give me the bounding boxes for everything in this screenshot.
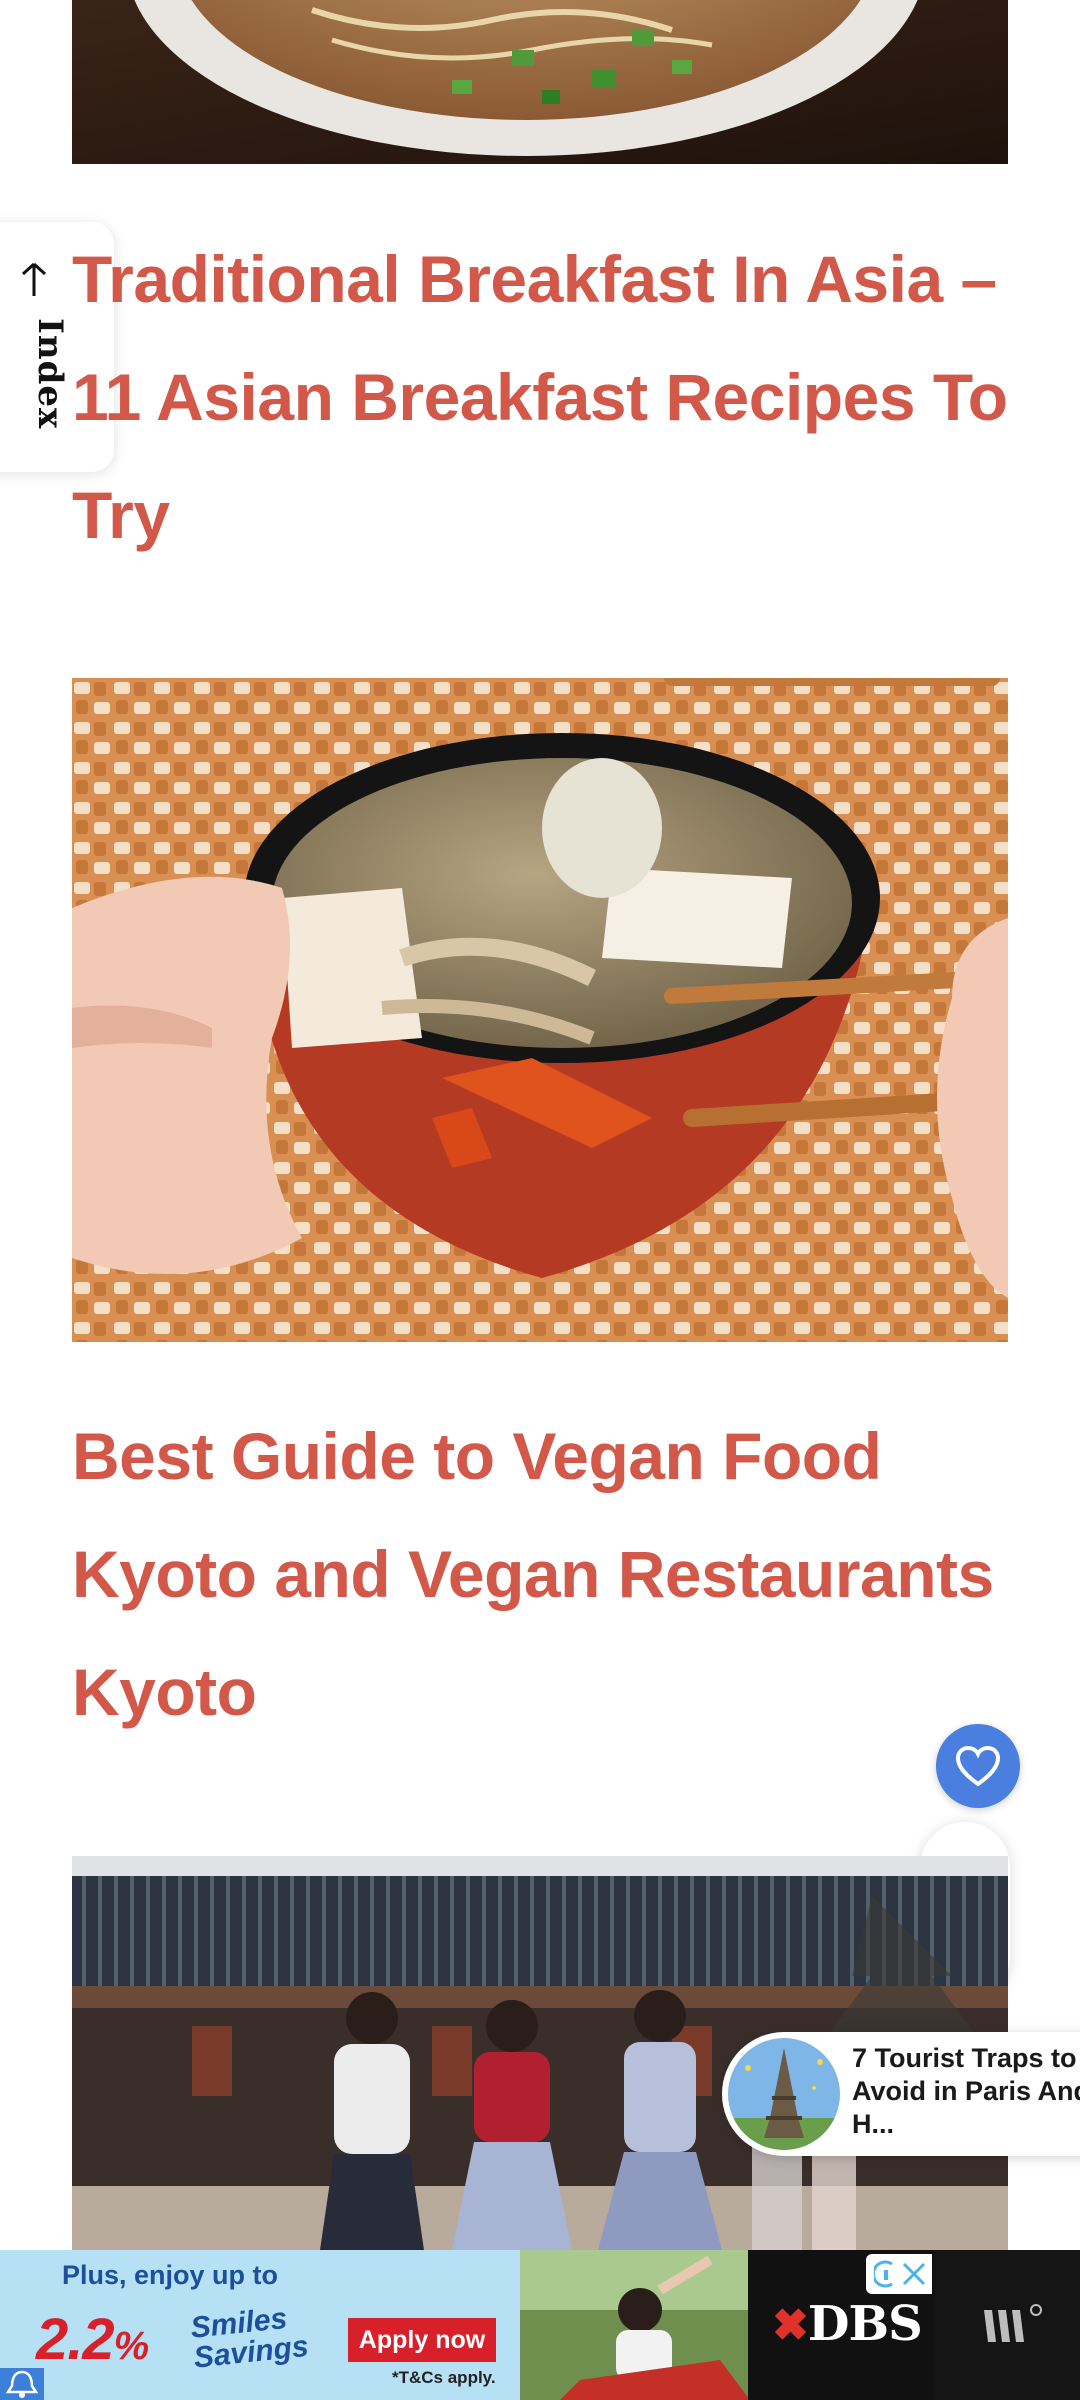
ad-photo xyxy=(520,2250,750,2400)
article-title: Traditional Breakfast In Asia – 11 Asian… xyxy=(72,220,1012,574)
ad-headline: Plus, enjoy up to xyxy=(62,2260,279,2290)
ad-terms: *T&Cs apply. xyxy=(392,2368,496,2387)
recommended-thumbnail xyxy=(728,2038,840,2150)
heart-icon xyxy=(955,1745,1001,1793)
article-image-ramen[interactable] xyxy=(72,0,1008,164)
ad-close-button[interactable] xyxy=(866,2254,932,2294)
index-label: Index xyxy=(30,318,70,430)
article-image-soup[interactable] xyxy=(72,678,1008,1342)
ad-choices-icon[interactable] xyxy=(871,2260,898,2293)
ad-brand-logo: ✖DBS xyxy=(772,2296,923,2352)
ad-creative[interactable]: Plus, enjoy up to 2.2% Smiles Savings App… xyxy=(0,2250,935,2400)
publisher-logo-icon xyxy=(980,2302,1044,2351)
notification-bell-icon[interactable] xyxy=(0,2368,44,2400)
favorite-button[interactable] xyxy=(936,1724,1020,1808)
recommended-title: 7 Tourist Traps to Avoid in Paris And H.… xyxy=(852,2043,1080,2139)
article-title-link[interactable]: Best Guide to Vegan Food Kyoto and Vegan… xyxy=(72,1419,994,1729)
arrow-up-icon xyxy=(14,260,54,305)
close-icon[interactable] xyxy=(900,2260,928,2293)
article-title: Best Guide to Vegan Food Kyoto and Vegan… xyxy=(72,1397,1012,1751)
ad-banner[interactable]: Plus, enjoy up to 2.2% Smiles Savings App… xyxy=(0,2250,1080,2400)
ad-apply-button[interactable]: Apply now xyxy=(348,2318,496,2362)
article-title-link[interactable]: Traditional Breakfast In Asia – 11 Asian… xyxy=(72,242,1008,552)
recommended-article-card[interactable]: 7 Tourist Traps to Avoid in Paris And H.… xyxy=(722,2032,1080,2156)
ad-rate: 2.2% xyxy=(36,2307,149,2372)
